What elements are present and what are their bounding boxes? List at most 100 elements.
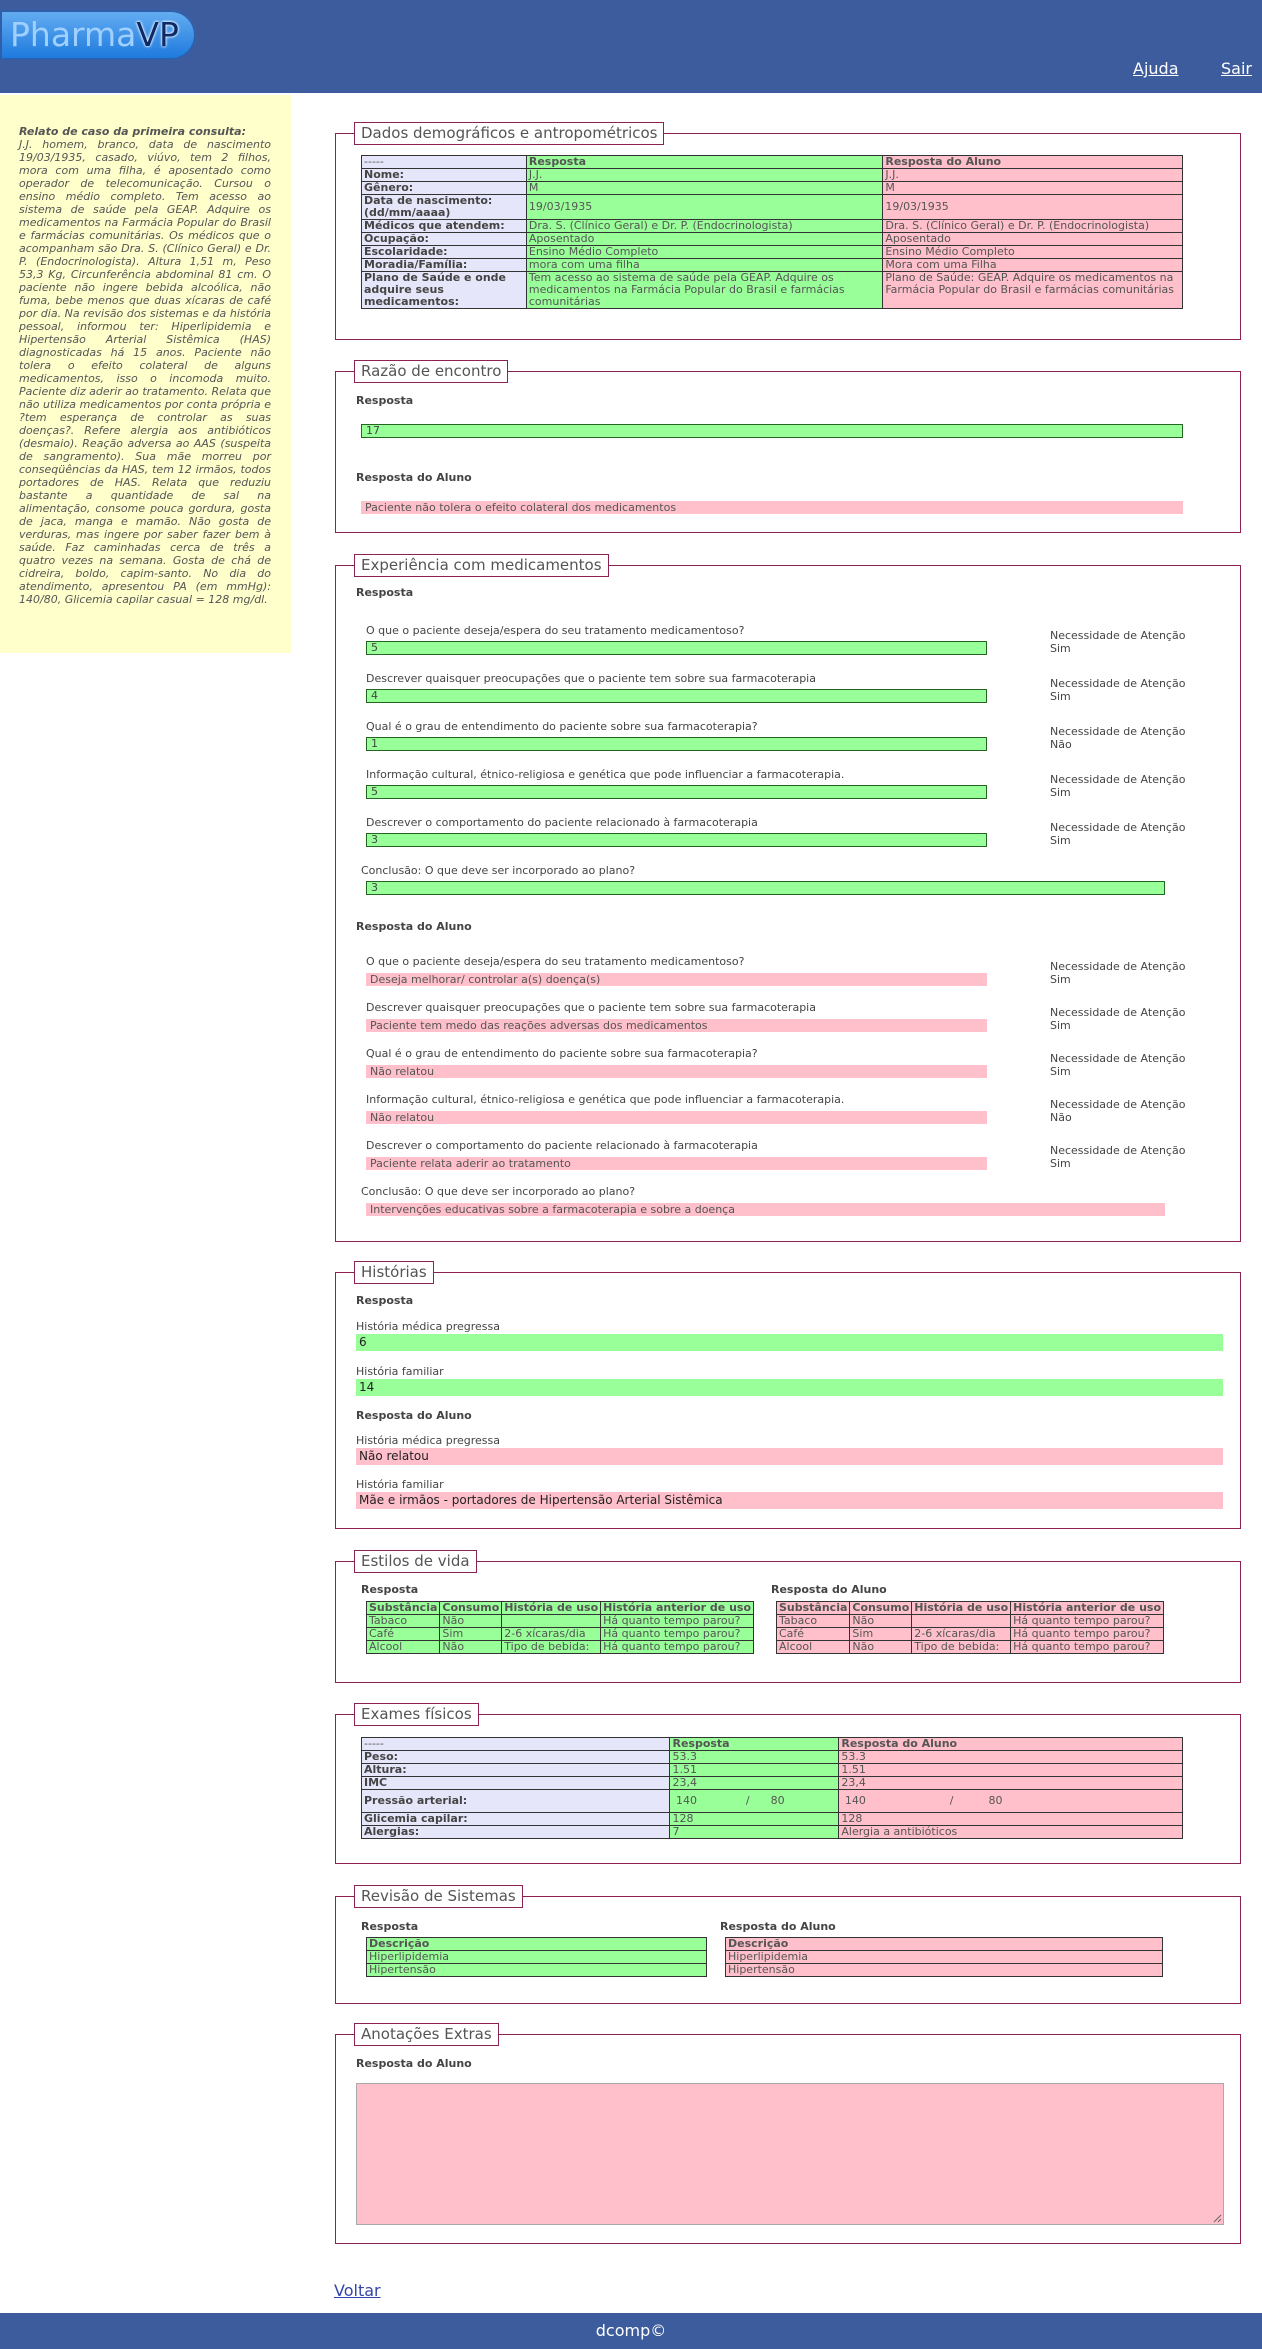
experience-aluno-value: Deseja melhorar/ controlar a(s) doença(s… — [366, 973, 987, 986]
lifestyles-aluno-label: Resposta do Aluno — [771, 1583, 887, 1596]
previous-use-cell: Há quanto tempo parou? — [1010, 1640, 1165, 1654]
resposta-cell: 19/03/1935 — [525, 194, 884, 220]
row-label: Moradia/Família: — [361, 258, 527, 272]
previous-use-cell: Há quanto tempo parou? — [1010, 1614, 1165, 1628]
experience-legend: Experiência com medicamentos — [354, 554, 609, 577]
notes-legend: Anotações Extras — [354, 2023, 499, 2046]
row-label: Nome: — [361, 168, 527, 182]
notes-textarea[interactable] — [356, 2083, 1224, 2225]
experience-question: Descrever quaisquer preocupações que o p… — [366, 1001, 816, 1014]
family-history-aluno: Mãe e irmãos - portadores de Hipertensão… — [356, 1492, 1223, 1509]
demographics-row-name: Nome: J.J. J.J. — [361, 168, 1183, 182]
col-use-history: História de uso — [501, 1601, 602, 1615]
col-substance: Substância — [365, 1601, 441, 1615]
conclusion-question: Conclusão: O que deve ser incorporado ao… — [361, 1185, 636, 1198]
use-history-cell: Tipo de bebida: — [501, 1640, 602, 1654]
review-row: Hipertensão — [366, 1963, 707, 1977]
use-history-cell: 2-6 xícaras/dia — [501, 1627, 602, 1641]
consumption-cell: Sim — [439, 1627, 503, 1641]
attention-need: Necessidade de Atenção Não — [1050, 725, 1185, 751]
col-substance: Substância — [775, 1601, 851, 1615]
attention-need-label: Necessidade de Atenção — [1050, 1098, 1186, 1111]
attention-need: Necessidade de Atenção Sim — [1050, 1006, 1185, 1032]
reason-resposta-value: 17 — [361, 424, 1183, 438]
substance-cell: Café — [365, 1627, 441, 1641]
col-description: Descrição — [725, 1937, 1163, 1951]
footer-text: dcomp© — [595, 2321, 667, 2340]
exams-header-row: ----- Resposta Resposta do Aluno — [360, 1737, 1183, 1751]
resposta-cell: J.J. — [525, 168, 884, 182]
attention-need-value: Não — [1050, 738, 1072, 751]
experience-aluno-value: Paciente relata aderir ao tratamento — [366, 1157, 987, 1170]
histories-aluno-label: Resposta do Aluno — [356, 1409, 472, 1422]
review-item: Hiperlipidemia — [725, 1950, 1163, 1964]
aluno-cell: 1.51 — [838, 1763, 1183, 1777]
footer-bar: dcomp© — [0, 2313, 1262, 2349]
resposta-cell: 53.3 — [669, 1750, 840, 1764]
extra-notes-section: Anotações Extras Resposta do Aluno — [335, 2023, 1241, 2244]
demographics-header-blank: ----- — [361, 155, 527, 169]
resposta-cell: M — [525, 181, 884, 195]
demographics-header-aluno: Resposta do Aluno — [882, 155, 1183, 169]
bp-diastolic: 80 — [988, 1794, 1003, 1807]
experience-aluno-value: Paciente tem medo das reações adversas d… — [366, 1019, 987, 1032]
attention-need-value: Sim — [1050, 973, 1071, 986]
attention-need-label: Necessidade de Atenção — [1050, 725, 1186, 738]
resposta-cell: Ensino Médio Completo — [525, 245, 884, 259]
row-label: Plano de Saúde e onde adquire seus medic… — [361, 271, 527, 309]
lifestyles-section: Estilos de vida Resposta Substância Cons… — [335, 1550, 1241, 1683]
medical-history-aluno: Não relatou — [356, 1448, 1223, 1465]
exams-row-weight: Peso: 53.3 53.3 — [360, 1750, 1183, 1764]
aluno-cell: J.J. — [882, 168, 1183, 182]
substance-cell: Café — [775, 1627, 851, 1641]
attention-need: Necessidade de Atenção Sim — [1050, 773, 1185, 799]
demographics-row-health-plan: Plano de Saúde e onde adquire seus medic… — [361, 271, 1183, 309]
use-history-cell: 2-6 xícaras/dia — [911, 1627, 1012, 1641]
logout-link[interactable]: Sair — [1221, 59, 1252, 78]
resposta-cell: 128 — [669, 1812, 840, 1826]
back-link[interactable]: Voltar — [334, 2281, 381, 2300]
reason-aluno-label: Resposta do Aluno — [356, 471, 472, 484]
row-label: Data de nascimento: (dd/mm/aaaa) — [361, 194, 527, 220]
attention-need-value: Sim — [1050, 1157, 1071, 1170]
row-label: Escolaridade: — [361, 245, 527, 259]
exams-legend: Exames físicos — [354, 1703, 479, 1726]
attention-need: Necessidade de Atenção Sim — [1050, 1052, 1185, 1078]
resize-grip-icon[interactable] — [1213, 2214, 1222, 2223]
bp-systolic: 140 — [675, 1794, 697, 1807]
attention-need-value: Sim — [1050, 1065, 1071, 1078]
experience-aluno-value: Não relatou — [366, 1065, 987, 1078]
conclusion-aluno-value: Intervenções educativas sobre a farmacot… — [366, 1203, 1165, 1216]
aluno-cell: 23,4 — [838, 1776, 1183, 1790]
resposta-cell: Aposentado — [525, 232, 884, 246]
experience-resposta-value: 5 — [366, 785, 987, 799]
attention-need-value: Sim — [1050, 642, 1071, 655]
col-description: Descrição — [366, 1937, 707, 1951]
blood-pressure-aluno: 140 / 80 — [838, 1789, 1183, 1813]
review-item: Hipertensão — [366, 1963, 707, 1977]
attention-need-label: Necessidade de Atenção — [1050, 1144, 1186, 1157]
systems-review-section: Revisão de Sistemas Resposta Descrição H… — [335, 1885, 1241, 2004]
exams-table: ----- Resposta Resposta do Aluno Peso: 5… — [360, 1737, 1183, 1839]
lifestyles-header-row: Substância Consumo História de uso Histó… — [365, 1601, 755, 1615]
exams-row-glycemia: Glicemia capilar: 128 128 — [360, 1812, 1183, 1826]
demographics-legend: Dados demográficos e antropométricos — [354, 122, 665, 145]
exams-row-bmi: IMC 23,4 23,4 — [360, 1776, 1183, 1790]
aluno-cell: M — [882, 181, 1183, 195]
attention-need: Necessidade de Atenção Sim — [1050, 1144, 1185, 1170]
attention-need-value: Sim — [1050, 690, 1071, 703]
bp-separator: / — [745, 1794, 750, 1807]
col-consumption: Consumo — [849, 1601, 913, 1615]
resposta-cell: 1.51 — [669, 1763, 840, 1777]
resposta-cell: mora com uma filha — [525, 258, 884, 272]
help-link[interactable]: Ajuda — [1133, 59, 1179, 78]
experience-question: Descrever o comportamento do paciente re… — [366, 816, 758, 829]
lifestyles-aluno-table: Substância Consumo História de uso Histó… — [775, 1601, 1165, 1654]
blood-pressure-resposta: 140 / 80 — [669, 1789, 840, 1813]
col-previous-use: História anterior de uso — [600, 1601, 755, 1615]
lifestyles-row-alcohol: Álcool Não Tipo de bebida: Há quanto tem… — [365, 1640, 755, 1654]
header-bar: PharmaVP Ajuda Sair — [0, 0, 1262, 93]
experience-resposta-value: 3 — [366, 833, 987, 847]
consumption-cell: Não — [439, 1614, 503, 1628]
attention-need: Necessidade de Atenção Sim — [1050, 629, 1185, 655]
